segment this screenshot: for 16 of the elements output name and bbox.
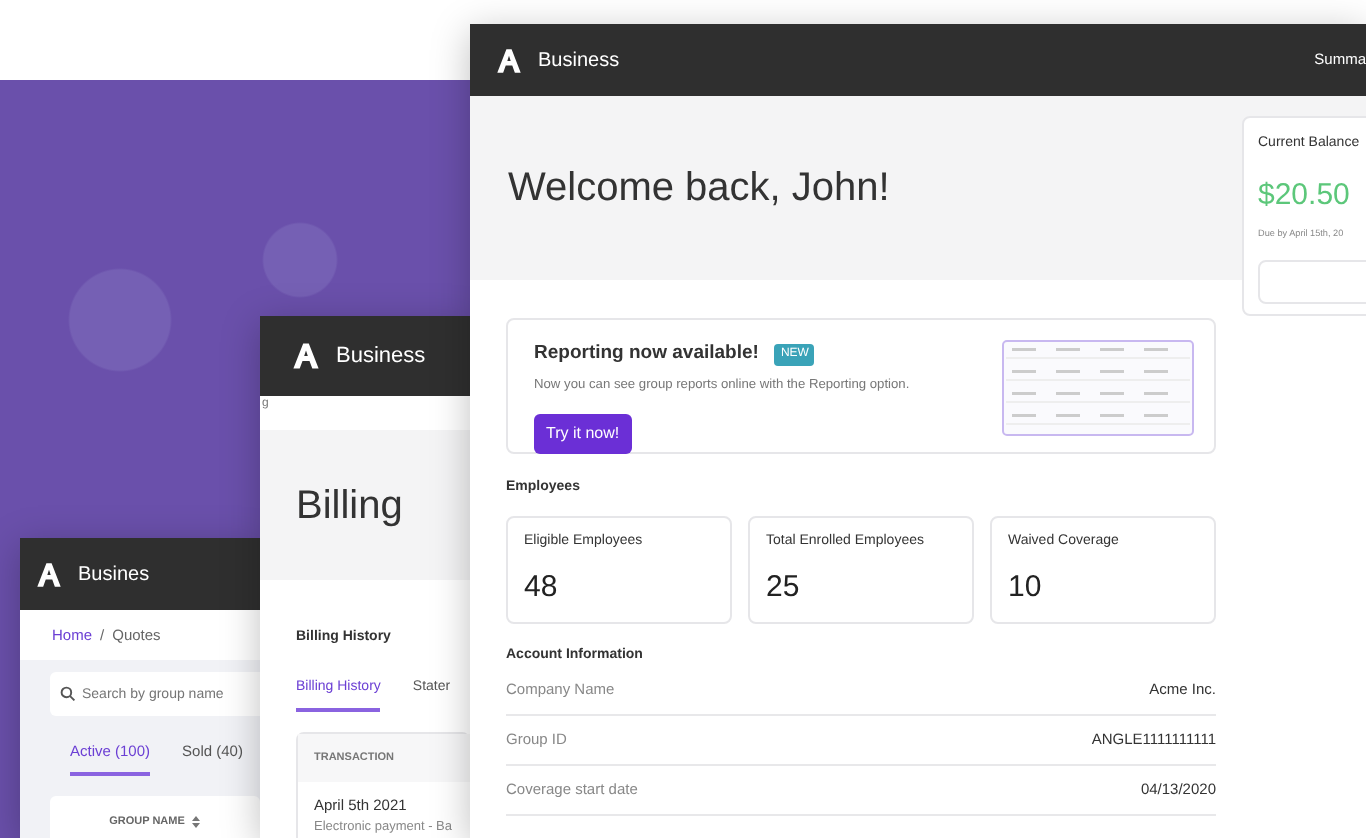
app-name: Business bbox=[538, 47, 620, 75]
logo-icon bbox=[496, 47, 522, 73]
balance-amount: $20.50 bbox=[1258, 175, 1352, 215]
sort-icon[interactable] bbox=[192, 815, 201, 828]
stat-value: 48 bbox=[524, 568, 560, 608]
logo-icon bbox=[292, 342, 320, 370]
search-icon bbox=[60, 686, 76, 702]
try-button[interactable]: Try it now! bbox=[534, 414, 632, 455]
page-title: Billing bbox=[296, 481, 403, 531]
announcement-title: Reporting now available! bbox=[534, 340, 759, 368]
page-title: Welcome back, John! bbox=[508, 164, 890, 214]
stat-value: 10 bbox=[1008, 568, 1044, 608]
app-name: Business bbox=[336, 341, 426, 372]
stat-value: 25 bbox=[766, 568, 802, 608]
logo-icon bbox=[36, 561, 62, 587]
app-name: Busines bbox=[78, 561, 150, 589]
